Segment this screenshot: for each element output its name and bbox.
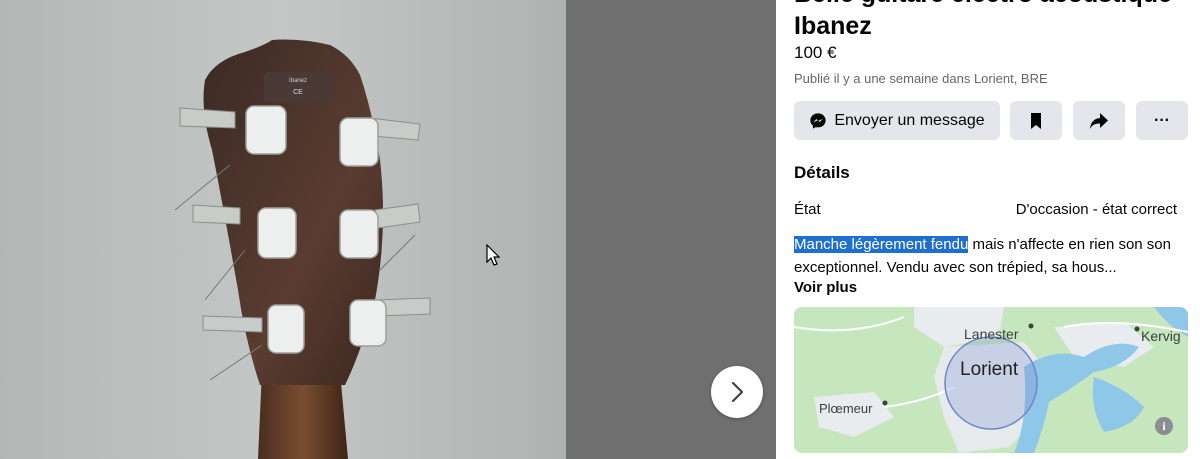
bookmark-icon <box>1031 112 1041 129</box>
share-icon <box>1090 112 1108 129</box>
condition-value: D'occasion - état correct <box>1015 201 1177 218</box>
listing-title: Belle guitare électro acoustique Ibanez <box>794 0 1172 40</box>
selected-text: Manche légèrement fendu <box>794 236 969 253</box>
more-options-button[interactable]: ··· <box>1136 101 1188 140</box>
location-map[interactable]: Lanester Kervig Lorient Plœmeur i <box>794 307 1188 453</box>
map-label-kervig: Kervig <box>1141 328 1181 344</box>
photo-viewer: Ibanez CE <box>0 0 776 459</box>
svg-text:Ibanez: Ibanez <box>289 78 307 84</box>
next-photo-button[interactable] <box>711 366 763 418</box>
chevron-right-icon <box>731 381 744 403</box>
map-label-ploemeur: Plœmeur <box>819 401 873 416</box>
see-more-link[interactable]: Voir plus <box>794 279 857 296</box>
share-button[interactable] <box>1073 101 1125 140</box>
send-message-label: Envoyer un message <box>834 111 985 129</box>
listing-photo: Ibanez CE <box>0 0 566 459</box>
mouse-cursor-icon <box>486 244 501 266</box>
listing-price: 100 € <box>794 43 837 62</box>
details-heading: Détails <box>794 163 850 182</box>
save-button[interactable] <box>1010 101 1062 140</box>
messenger-icon <box>809 112 827 130</box>
map-label-lorient: Lorient <box>960 359 1019 380</box>
listing-details-panel: Belle guitare électro acoustique Ibanez … <box>776 0 1200 459</box>
condition-label: État <box>794 201 821 218</box>
listing-description: Manche légèrement fendu mais n'affecte e… <box>794 233 1190 279</box>
info-icon[interactable]: i <box>1155 417 1173 435</box>
map-label-lanester: Lanester <box>964 326 1019 342</box>
listing-meta[interactable]: Publié il y a une semaine dans Lorient, … <box>794 71 1048 86</box>
send-message-button[interactable]: Envoyer un message <box>794 101 1000 140</box>
svg-text:CE: CE <box>293 89 303 96</box>
